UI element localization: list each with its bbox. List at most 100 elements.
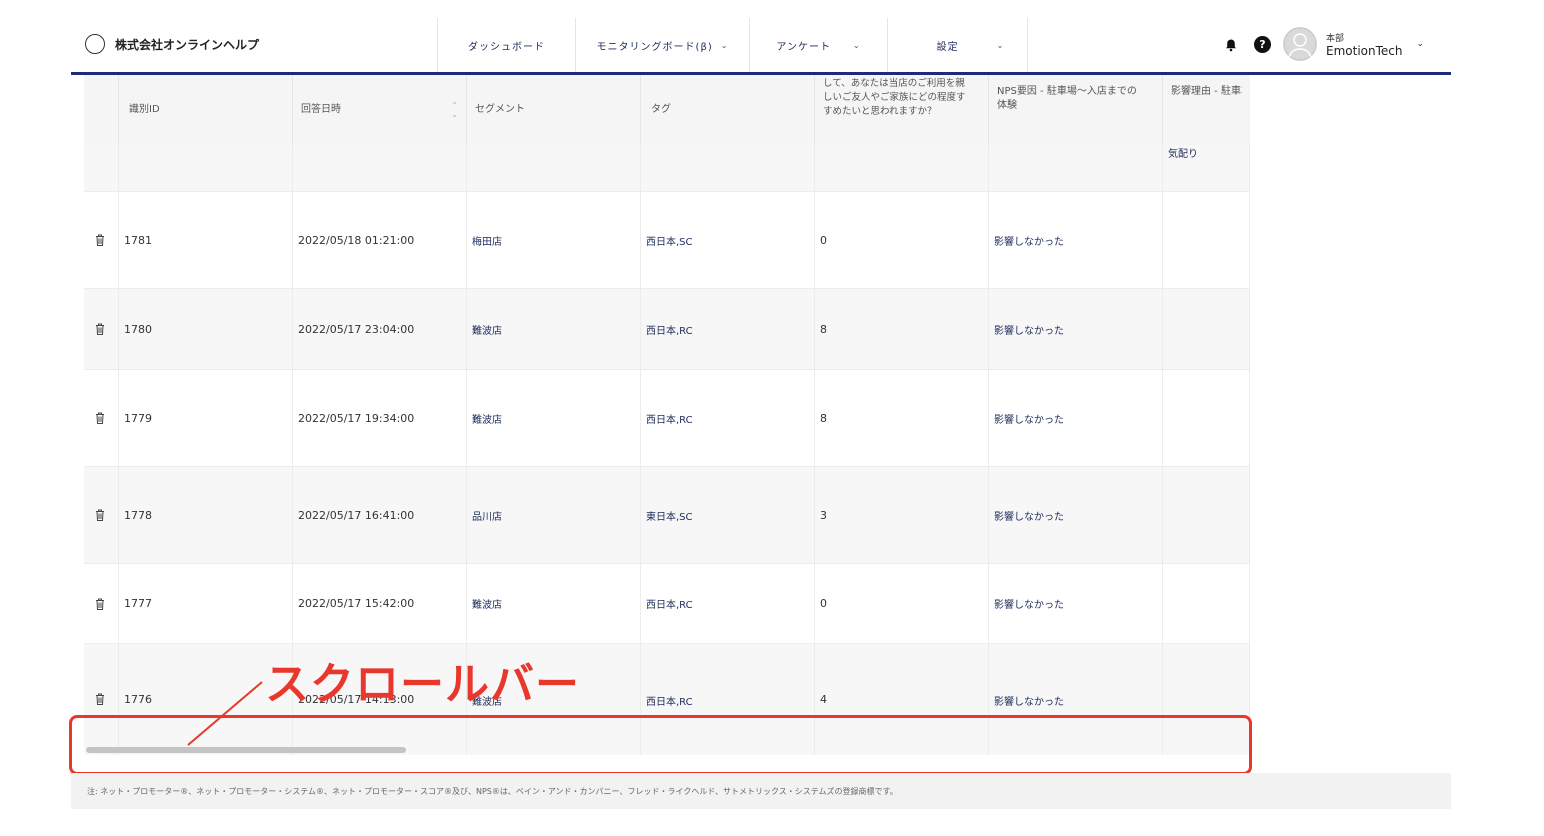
brand[interactable]: 株式会社オンラインヘルプ — [85, 34, 259, 54]
row-action-cell — [84, 467, 119, 563]
cell-impact-reason — [1163, 192, 1250, 288]
row-action-cell — [84, 289, 119, 369]
main-nav: ダッシュボード モニタリングボード(β) ⌄ アンケート ⌄ 設定 ⌄ — [437, 18, 1028, 72]
header-label: 影響理由 - 駐車場の体験 — [1171, 86, 1242, 97]
chevron-down-icon: ⌄ — [996, 40, 1005, 50]
cell-datetime: 2022/05/17 23:04:00 — [293, 289, 467, 369]
cell-impact-reason — [1163, 370, 1250, 466]
cell-score: 3 — [815, 467, 989, 563]
annotation-highlight-box — [69, 715, 1252, 775]
footer-note: 注: ネット・プロモーター®、ネット・プロモーター・システム®、ネット・プロモー… — [71, 773, 1451, 809]
cell-score: 0 — [815, 192, 989, 288]
cell-tag: 東日本,SC — [641, 467, 815, 563]
header-cell-impact-reason[interactable]: 影響理由 - 駐車場の体験 — [1163, 75, 1250, 145]
cell-segment: 梅田店 — [467, 192, 641, 288]
table-row[interactable]: 1779 2022/05/17 19:34:00 難波店 西日本,RC 8 影響… — [84, 370, 1250, 467]
nav-dashboard[interactable]: ダッシュボード — [437, 18, 575, 72]
table-row[interactable]: 1778 2022/05/17 16:41:00 品川店 東日本,SC 3 影響… — [84, 467, 1250, 564]
header-cell-nps-question[interactable]: して、あなたは当店のご利用を親しいご友人やご家族にどの程度すすめたいと思われます… — [815, 75, 989, 145]
cell-score: 0 — [815, 564, 989, 643]
header-cell-actions — [84, 75, 119, 145]
nav-label: 設定 — [936, 41, 959, 53]
footer-text: 注: ネット・プロモーター®、ネット・プロモーター・システム®、ネット・プロモー… — [87, 786, 898, 796]
nav-survey[interactable]: アンケート ⌄ — [749, 18, 887, 72]
header-label: 識別ID — [129, 104, 160, 115]
response-table: 識別ID 回答日時 ⌃ ⌄ セグメント タグ して、あなたは当店のご利用を親しいご… — [84, 75, 1250, 755]
trash-icon[interactable] — [95, 323, 105, 335]
cell-datetime: 2022/05/17 15:42:00 — [293, 564, 467, 643]
company-name: 株式会社オンラインヘルプ — [115, 37, 260, 52]
chevron-down-icon: ⌄ — [720, 40, 729, 50]
header-cell-segment[interactable]: セグメント — [467, 75, 641, 145]
user-info[interactable]: 本部 EmotionTech — [1326, 31, 1402, 58]
header-cell-nps-factor[interactable]: NPS要因 - 駐車場〜入店までの体験 — [989, 75, 1163, 145]
cell-score — [815, 145, 989, 191]
cell-segment: 難波店 — [467, 564, 641, 643]
cell-text: 気配り — [1168, 149, 1198, 160]
cell-id: 1777 — [119, 564, 293, 643]
annotation-label: スクロールバー — [265, 659, 580, 710]
cell-datetime: 2022/05/18 01:21:00 — [293, 192, 467, 288]
user-name: EmotionTech — [1326, 43, 1403, 58]
nav-monitoring-board[interactable]: モニタリングボード(β) ⌄ — [575, 18, 749, 72]
table-row[interactable]: 1777 2022/05/17 15:42:00 難波店 西日本,RC 0 影響… — [84, 564, 1250, 644]
cell-impact-reason — [1163, 564, 1250, 643]
top-header: 株式会社オンラインヘルプ ダッシュボード モニタリングボード(β) ⌄ アンケー… — [71, 18, 1451, 74]
cell-tag: 西日本,RC — [641, 564, 815, 643]
header-cell-tag[interactable]: タグ — [641, 75, 815, 145]
chevron-down-icon[interactable]: ⌄ — [1416, 39, 1424, 49]
header-label: タグ — [651, 104, 671, 115]
bell-icon[interactable] — [1224, 37, 1238, 52]
trash-icon[interactable] — [95, 412, 105, 424]
cell-datetime — [293, 145, 467, 191]
cell-id: 1778 — [119, 467, 293, 563]
cell-impact-reason — [1163, 467, 1250, 563]
cell-nps-factor — [989, 145, 1163, 191]
nav-label: モニタリングボード(β) — [596, 41, 713, 53]
nav-settings[interactable]: 設定 ⌄ — [887, 18, 1028, 72]
cell-id: 1780 — [119, 289, 293, 369]
nav-label: アンケート — [776, 41, 831, 53]
cell-segment: 難波店 — [467, 370, 641, 466]
trash-icon[interactable] — [95, 693, 105, 705]
cell-nps-factor: 影響しなかった — [989, 289, 1163, 369]
table-body: 気配り 1781 2022/05/18 01:21:00 梅田店 西日本,SC … — [84, 145, 1250, 755]
row-action-cell — [84, 370, 119, 466]
cell-segment: 難波店 — [467, 289, 641, 369]
cell-id: 1779 — [119, 370, 293, 466]
header-cell-id[interactable]: 識別ID — [119, 75, 293, 145]
cell-segment — [467, 145, 641, 191]
sort-icon[interactable]: ⌃ ⌄ — [451, 101, 458, 119]
cell-tag: 西日本,RC — [641, 370, 815, 466]
header-right: ? 本部 EmotionTech ⌄ — [1224, 27, 1424, 61]
cell-score: 8 — [815, 370, 989, 466]
cell-nps-factor: 影響しなかった — [989, 564, 1163, 643]
trash-icon[interactable] — [95, 234, 105, 246]
header-label: 回答日時 — [301, 104, 341, 115]
cell-datetime: 2022/05/17 19:34:00 — [293, 370, 467, 466]
header-label: して、あなたは当店のご利用を親しいご友人やご家族にどの程度すすめたいと思われます… — [823, 78, 966, 117]
cell-nps-factor: 影響しなかった — [989, 370, 1163, 466]
cell-score: 8 — [815, 289, 989, 369]
table-row[interactable]: 1781 2022/05/18 01:21:00 梅田店 西日本,SC 0 影響… — [84, 192, 1250, 289]
avatar[interactable] — [1283, 27, 1317, 61]
cell-tag — [641, 145, 815, 191]
trash-icon[interactable] — [95, 598, 105, 610]
cell-datetime: 2022/05/17 16:41:00 — [293, 467, 467, 563]
table-row[interactable]: 1780 2022/05/17 23:04:00 難波店 西日本,RC 8 影響… — [84, 289, 1250, 370]
trash-icon[interactable] — [95, 509, 105, 521]
row-action-cell — [84, 192, 119, 288]
cell-tag: 西日本,SC — [641, 192, 815, 288]
help-icon[interactable]: ? — [1254, 35, 1271, 53]
user-org: 本部 — [1326, 33, 1345, 44]
cell-nps-factor: 影響しなかった — [989, 192, 1163, 288]
table-header: 識別ID 回答日時 ⌃ ⌄ セグメント タグ して、あなたは当店のご利用を親しいご… — [84, 75, 1250, 145]
cell-impact-reason: 気配り — [1163, 145, 1250, 191]
logo-circle-icon — [85, 34, 105, 54]
cell-nps-factor: 影響しなかった — [989, 467, 1163, 563]
nav-label: ダッシュボード — [468, 41, 545, 53]
header-cell-datetime[interactable]: 回答日時 ⌃ ⌄ — [293, 75, 467, 145]
cell-id — [119, 145, 293, 191]
cell-segment: 品川店 — [467, 467, 641, 563]
cell-impact-reason — [1163, 289, 1250, 369]
